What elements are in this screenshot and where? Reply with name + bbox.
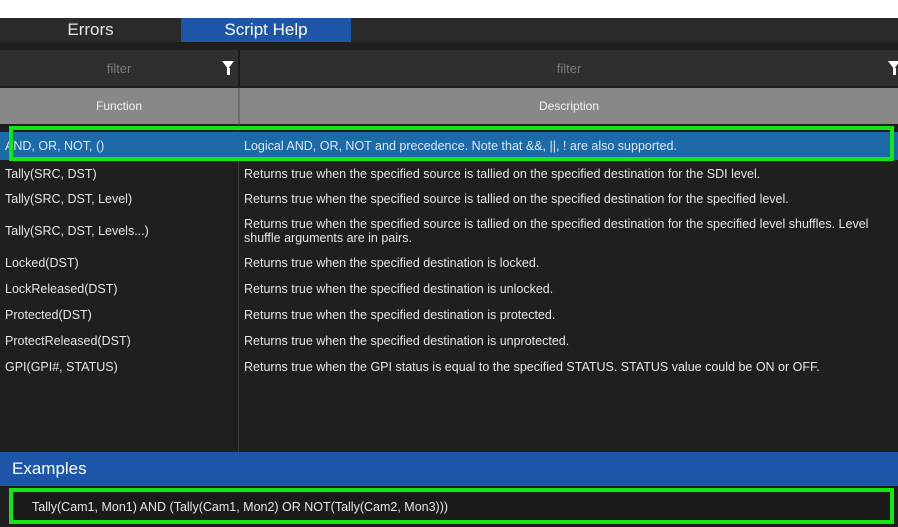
table-header: Function Description	[0, 88, 898, 124]
function-cell: LockReleased(DST)	[5, 282, 118, 296]
table-row[interactable]: ProtectReleased(DST) Returns true when t…	[0, 328, 898, 354]
function-cell: Tally(SRC, DST, Level)	[5, 192, 133, 206]
description-cell: Returns true when the specified source i…	[244, 217, 869, 245]
examples-header: Examples	[0, 452, 898, 486]
description-cell: Returns true when the specified source i…	[244, 192, 789, 206]
filter-icon[interactable]	[888, 61, 898, 75]
filter-icon[interactable]	[222, 61, 234, 75]
example-text: Tally(Cam1, Mon1) AND (Tally(Cam1, Mon2)…	[32, 500, 449, 514]
table-row[interactable]: Tally(SRC, DST, Level) Returns true when…	[0, 186, 898, 212]
description-cell: Returns true when the specified destinat…	[244, 256, 540, 270]
function-cell: GPI(GPI#, STATUS)	[5, 360, 118, 374]
tab-script-help[interactable]: Script Help	[181, 18, 351, 42]
table-row[interactable]: Locked(DST) Returns true when the specif…	[0, 250, 898, 276]
description-cell: Returns true when the specified source i…	[244, 167, 761, 181]
description-cell: Returns true when the specified destinat…	[244, 308, 556, 322]
table-row[interactable]: Tally(SRC, DST, Levels...) Returns true …	[0, 214, 898, 248]
description-cell: Returns true when the specified destinat…	[244, 334, 570, 348]
description-cell: Returns true when the specified destinat…	[244, 282, 554, 296]
script-help-panel: filter filter Function Description AND, …	[0, 42, 898, 527]
description-filter-input[interactable]: filter	[240, 50, 898, 86]
function-cell: Tally(SRC, DST, Levels...)	[5, 224, 149, 238]
description-cell: Returns true when the GPI status is equa…	[244, 360, 820, 374]
tab-bar-filler	[351, 18, 898, 42]
example-expression[interactable]: Tally(Cam1, Mon1) AND (Tally(Cam1, Mon2)…	[14, 493, 890, 521]
function-cell: Tally(SRC, DST)	[5, 167, 97, 181]
column-header-function[interactable]: Function	[0, 88, 238, 124]
tab-errors[interactable]: Errors	[0, 18, 181, 42]
function-cell: Protected(DST)	[5, 308, 92, 322]
function-cell: ProtectReleased(DST)	[5, 334, 131, 348]
examples-title: Examples	[12, 459, 87, 478]
table-row[interactable]: LockReleased(DST) Returns true when the …	[0, 276, 898, 302]
tab-bar: Errors Script Help	[0, 0, 898, 42]
table-row[interactable]: Tally(SRC, DST) Returns true when the sp…	[0, 162, 898, 186]
function-filter-input[interactable]: filter	[0, 50, 238, 86]
function-cell: AND, OR, NOT, ()	[5, 139, 105, 153]
description-cell: Logical AND, OR, NOT and precedence. Not…	[244, 139, 677, 153]
filter-row: filter filter	[0, 50, 898, 86]
function-cell: Locked(DST)	[5, 256, 79, 270]
table-row[interactable]: AND, OR, NOT, () Logical AND, OR, NOT an…	[0, 132, 898, 160]
table-row[interactable]: GPI(GPI#, STATUS) Returns true when the …	[0, 354, 898, 380]
table-row[interactable]: Protected(DST) Returns true when the spe…	[0, 302, 898, 328]
column-header-description[interactable]: Description	[240, 88, 898, 124]
